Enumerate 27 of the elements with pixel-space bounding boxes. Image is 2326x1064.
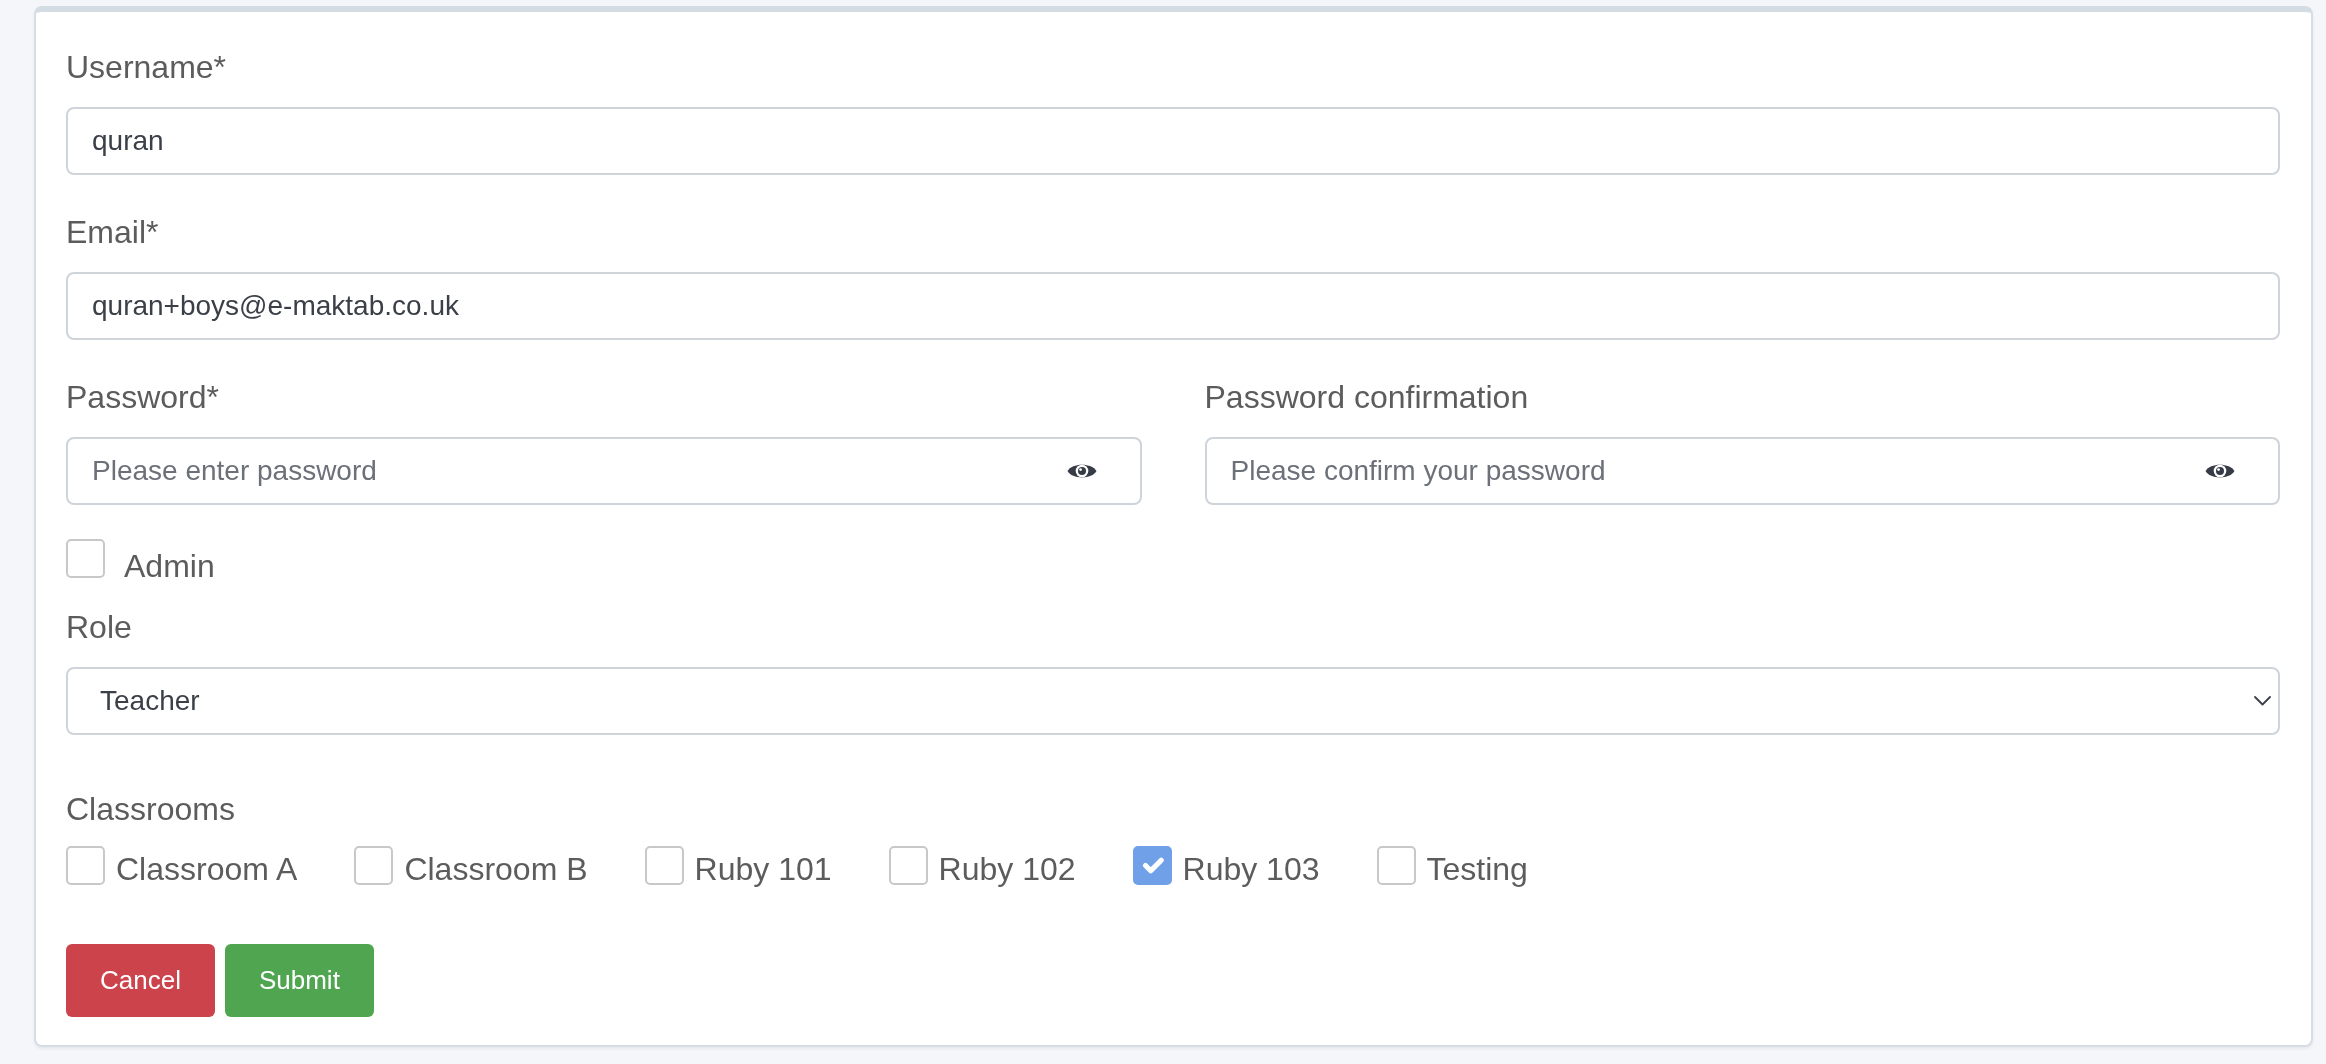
chevron-down-icon bbox=[2254, 696, 2271, 706]
password-field[interactable]: Please confirm your password bbox=[1204, 437, 2280, 505]
checkbox-label: Classroom A bbox=[116, 850, 298, 888]
checkbox-label: Ruby 102 bbox=[938, 850, 1076, 888]
cancel-button[interactable]: Cancel bbox=[66, 944, 215, 1017]
checkbox-label: Admin bbox=[124, 547, 215, 585]
checkbox[interactable] bbox=[66, 846, 105, 885]
checkbox-label: Testing bbox=[1426, 850, 1528, 888]
checkbox-label: Classroom B bbox=[404, 850, 588, 888]
checkbox[interactable] bbox=[66, 539, 105, 578]
field-label: Password* bbox=[66, 378, 219, 416]
field-label: Password confirmation bbox=[1204, 378, 1529, 416]
checkbox[interactable] bbox=[644, 846, 684, 885]
checkbox[interactable] bbox=[354, 846, 394, 885]
field-label: Role bbox=[66, 608, 132, 646]
field-label: Email* bbox=[66, 213, 159, 251]
checkbox[interactable] bbox=[888, 846, 928, 885]
field-label: Classrooms bbox=[66, 790, 235, 828]
text-field[interactable]: quran bbox=[66, 107, 2280, 175]
text-field[interactable]: quran+boys@e-maktab.co.uk bbox=[66, 272, 2280, 340]
checkbox[interactable] bbox=[1376, 846, 1416, 885]
checkbox-label: Ruby 103 bbox=[1182, 850, 1320, 888]
checkbox-label: Ruby 101 bbox=[694, 850, 832, 888]
checkbox[interactable] bbox=[1132, 846, 1172, 885]
password-field[interactable]: Please enter password bbox=[66, 437, 1142, 505]
role-select[interactable]: Teacher bbox=[66, 667, 2280, 735]
field-label: Username* bbox=[66, 48, 227, 86]
